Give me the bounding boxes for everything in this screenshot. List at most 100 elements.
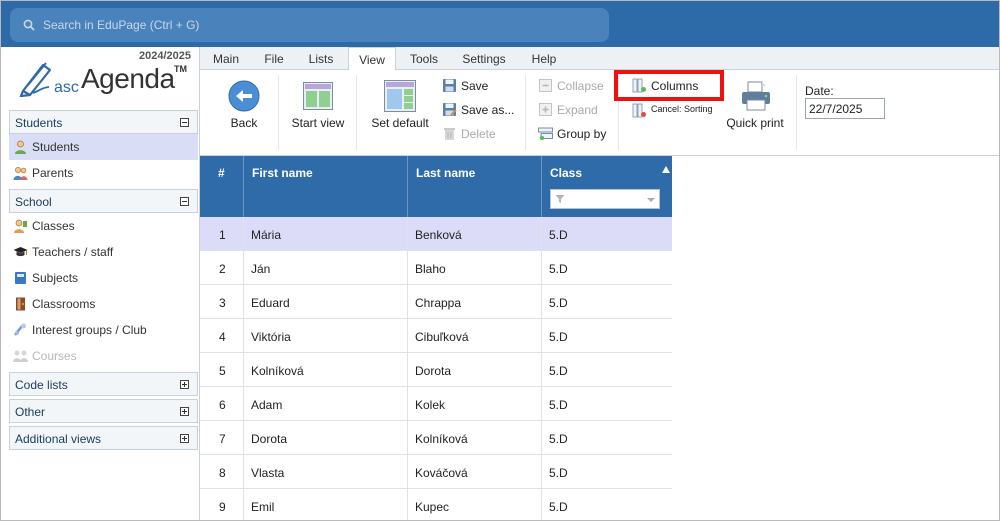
- cell-first-name[interactable]: Eduard: [244, 285, 408, 319]
- table-row[interactable]: 2 Ján Blaho 5.D: [200, 251, 672, 285]
- cell-last-name[interactable]: Dorota: [408, 353, 542, 387]
- tab-main[interactable]: Main: [206, 47, 246, 70]
- column-header-class[interactable]: Class: [542, 156, 672, 217]
- delete-button[interactable]: Delete: [442, 124, 522, 144]
- table-row[interactable]: 1 Mária Benková 5.D: [200, 217, 672, 251]
- start-view-button[interactable]: Start view: [286, 70, 350, 156]
- cell-last-name[interactable]: Kolníková: [408, 421, 542, 455]
- tab-settings[interactable]: Settings: [456, 47, 512, 70]
- sidebar-item-interest-groups[interactable]: Interest groups / Club: [9, 317, 198, 343]
- group-by-button[interactable]: Group by: [538, 124, 614, 144]
- cell-text: 6: [219, 398, 226, 412]
- sidebar-item-courses[interactable]: Courses: [9, 343, 198, 369]
- chevron-down-icon[interactable]: [647, 198, 655, 202]
- cell-last-name[interactable]: Chrappa: [408, 285, 542, 319]
- grid-header: # First name Last name Class: [200, 156, 672, 217]
- cell-last-name[interactable]: Benková: [408, 217, 542, 251]
- cell-class[interactable]: 5.D: [542, 217, 672, 251]
- section-other[interactable]: Other: [9, 399, 198, 423]
- tab-lists[interactable]: Lists: [302, 47, 340, 70]
- cell-number[interactable]: 6: [200, 387, 244, 421]
- expand-icon[interactable]: [180, 407, 189, 416]
- cell-first-name[interactable]: Kolníková: [244, 353, 408, 387]
- table-row[interactable]: 9 Emil Kupec 5.D: [200, 489, 672, 520]
- table-row[interactable]: 5 Kolníková Dorota 5.D: [200, 353, 672, 387]
- column-header-number[interactable]: #: [200, 156, 244, 217]
- sidebar-item-subjects[interactable]: Subjects: [9, 265, 198, 291]
- cell-class[interactable]: 5.D: [542, 387, 672, 421]
- expand-label: Expand: [557, 103, 598, 117]
- cell-class[interactable]: 5.D: [542, 455, 672, 489]
- tab-file[interactable]: File: [256, 47, 292, 70]
- section-additional-views[interactable]: Additional views: [9, 426, 198, 450]
- save-as-button[interactable]: Save as...: [442, 100, 522, 120]
- cell-number[interactable]: 5: [200, 353, 244, 387]
- collapse-button[interactable]: Collapse: [538, 76, 614, 96]
- collapse-icon[interactable]: [180, 118, 189, 127]
- cell-class[interactable]: 5.D: [542, 353, 672, 387]
- sidebar-item-label: Parents: [32, 166, 74, 180]
- save-button[interactable]: Save: [442, 76, 522, 96]
- table-row[interactable]: 6 Adam Kolek 5.D: [200, 387, 672, 421]
- search-input[interactable]: [43, 15, 583, 35]
- cell-number[interactable]: 9: [200, 489, 244, 520]
- cell-first-name[interactable]: Adam: [244, 387, 408, 421]
- cell-last-name[interactable]: Blaho: [408, 251, 542, 285]
- cell-last-name[interactable]: Kováčová: [408, 455, 542, 489]
- expand-icon[interactable]: [180, 380, 189, 389]
- table-row[interactable]: 8 Vlasta Kováčová 5.D: [200, 455, 672, 489]
- cell-class[interactable]: 5.D: [542, 421, 672, 455]
- cell-text: 5: [219, 364, 226, 378]
- set-default-button[interactable]: Set default: [364, 70, 436, 156]
- cell-last-name[interactable]: Kolek: [408, 387, 542, 421]
- cell-first-name[interactable]: Emil: [244, 489, 408, 520]
- cell-first-name[interactable]: Mária: [244, 217, 408, 251]
- table-row[interactable]: 3 Eduard Chrappa 5.D: [200, 285, 672, 319]
- column-header-last-name[interactable]: Last name: [408, 156, 542, 217]
- expand-icon[interactable]: [180, 434, 189, 443]
- expand-button[interactable]: Expand: [538, 100, 614, 120]
- cell-number[interactable]: 2: [200, 251, 244, 285]
- collapse-icon[interactable]: [180, 197, 189, 206]
- sidebar-item-classrooms[interactable]: Classrooms: [9, 291, 198, 317]
- sidebar-item-parents[interactable]: Parents: [9, 160, 198, 186]
- table-row[interactable]: 4 Viktória Cibuľková 5.D: [200, 319, 672, 353]
- cell-first-name[interactable]: Vlasta: [244, 455, 408, 489]
- sidebar-item-label: Interest groups / Club: [32, 323, 147, 337]
- cancel-sorting-button[interactable]: Cancel: Sorting: [632, 101, 722, 121]
- cell-last-name[interactable]: Kupec: [408, 489, 542, 520]
- section-students[interactable]: Students: [9, 110, 198, 134]
- cell-first-name[interactable]: Dorota: [244, 421, 408, 455]
- sort-ascending-icon[interactable]: [662, 166, 670, 173]
- date-field[interactable]: [805, 98, 885, 119]
- cell-number[interactable]: 7: [200, 421, 244, 455]
- tab-tools[interactable]: Tools: [404, 47, 444, 70]
- cell-number[interactable]: 4: [200, 319, 244, 353]
- cell-class[interactable]: 5.D: [542, 319, 672, 353]
- tab-view[interactable]: View: [348, 47, 396, 71]
- back-button[interactable]: Back: [212, 70, 276, 156]
- class-filter-input[interactable]: [550, 189, 660, 209]
- cell-number[interactable]: 8: [200, 455, 244, 489]
- cell-first-name[interactable]: Ján: [244, 251, 408, 285]
- sidebar-item-label: Classrooms: [32, 297, 96, 311]
- column-header-first-name[interactable]: First name: [244, 156, 408, 217]
- cell-text: 5.D: [549, 432, 568, 446]
- search-box[interactable]: [10, 8, 609, 42]
- section-label: Code lists: [15, 378, 68, 392]
- cell-last-name[interactable]: Cibuľková: [408, 319, 542, 353]
- cell-class[interactable]: 5.D: [542, 251, 672, 285]
- cell-class[interactable]: 5.D: [542, 489, 672, 520]
- section-school[interactable]: School: [9, 189, 198, 213]
- sidebar-item-classes[interactable]: Classes: [9, 213, 198, 239]
- sidebar-item-teachers[interactable]: Teachers / staff: [9, 239, 198, 265]
- sidebar-item-students[interactable]: Students: [9, 134, 198, 160]
- section-code-lists[interactable]: Code lists: [9, 372, 198, 396]
- table-row[interactable]: 7 Dorota Kolníková 5.D: [200, 421, 672, 455]
- cell-first-name[interactable]: Viktória: [244, 319, 408, 353]
- cell-number[interactable]: 3: [200, 285, 244, 319]
- tab-help[interactable]: Help: [526, 47, 562, 70]
- quick-print-button[interactable]: Quick print: [724, 70, 786, 156]
- cell-number[interactable]: 1: [200, 217, 244, 251]
- cell-class[interactable]: 5.D: [542, 285, 672, 319]
